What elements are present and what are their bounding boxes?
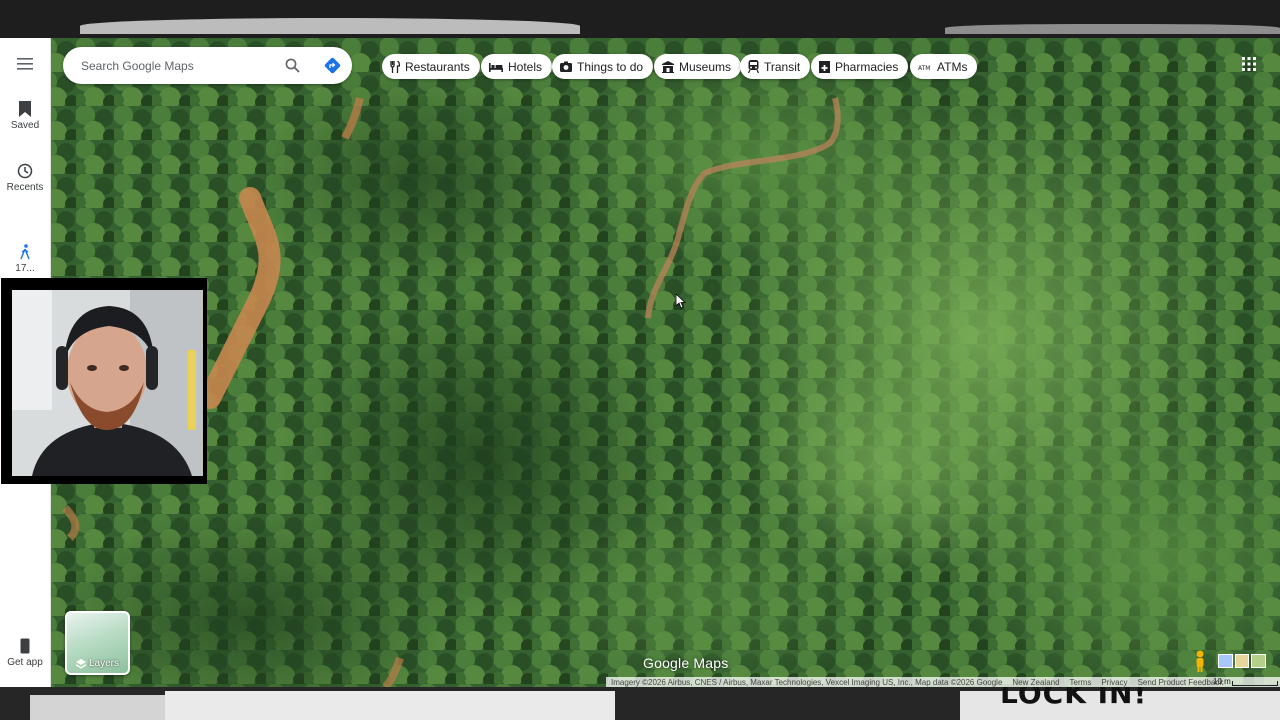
chip-restaurants[interactable]: Restaurants <box>382 54 480 79</box>
camera-icon <box>560 61 572 72</box>
chip-label: Restaurants <box>405 59 470 74</box>
imagery-credit: Imagery ©2026 Airbus, CNES / Airbus, Max… <box>611 677 1003 687</box>
paper-edge-decoration <box>945 24 1280 34</box>
saved-place-button[interactable]: 17... <box>0 244 50 274</box>
pegman-icon[interactable] <box>1189 649 1211 673</box>
video-top-overlay <box>0 0 1280 38</box>
chip-label: Transit <box>764 59 801 74</box>
chip-label: ATMs <box>937 59 968 74</box>
map-thumbnail[interactable] <box>1218 654 1233 668</box>
paper-edge-decoration <box>80 18 580 34</box>
fork-knife-icon <box>390 60 400 73</box>
get-app-button[interactable]: Get app <box>0 638 50 668</box>
feedback-link[interactable]: Send Product Feedback <box>1138 678 1224 687</box>
chip-pharmacies[interactable]: Pharmacies <box>811 54 909 79</box>
scale-label[interactable]: 10 m <box>1213 677 1231 686</box>
search-input[interactable] <box>79 56 273 76</box>
chip-label: Hotels <box>508 59 543 74</box>
history-icon <box>17 163 33 179</box>
lock-in-caption: LOCK IN! <box>1000 687 1148 710</box>
search-icon[interactable] <box>285 58 300 73</box>
layers-icon <box>75 658 86 668</box>
country-label[interactable]: New Zealand <box>1012 678 1059 687</box>
pharmacy-icon <box>819 60 830 73</box>
get-app-label: Get app <box>7 657 43 668</box>
webcam-video <box>12 290 203 476</box>
map-attribution-bar: Imagery ©2026 Airbus, CNES / Airbus, Max… <box>606 677 1280 687</box>
paper-panel <box>165 691 615 720</box>
apps-grid-icon[interactable] <box>1242 57 1256 71</box>
recents-button[interactable]: Recents <box>0 163 50 193</box>
bed-icon <box>489 62 503 72</box>
privacy-link[interactable]: Privacy <box>1101 678 1127 687</box>
museum-icon <box>662 60 674 73</box>
train-icon <box>748 60 759 73</box>
directions-icon[interactable] <box>324 57 341 74</box>
google-maps-logo: Google Maps <box>643 655 729 671</box>
terrain-thumbnail[interactable] <box>1234 654 1250 668</box>
paper-panel <box>30 695 165 720</box>
recents-label: Recents <box>6 182 44 193</box>
chip-label: Pharmacies <box>835 59 899 74</box>
bookmark-icon <box>19 101 31 117</box>
imagery-thumbnails[interactable] <box>1218 654 1267 668</box>
walking-person-icon <box>20 244 30 260</box>
chip-atms[interactable]: ATM ATMs <box>910 54 978 79</box>
svg-text:ATM: ATM <box>918 65 930 71</box>
globe-thumbnail[interactable] <box>1251 654 1267 668</box>
chip-hotels[interactable]: Hotels <box>481 54 553 79</box>
saved-label: Saved <box>10 120 40 131</box>
webcam-overlay <box>1 278 207 484</box>
presenter-video-image <box>12 290 203 476</box>
hamburger-menu-icon <box>17 58 33 70</box>
video-bottom-overlay: LOCK IN! <box>0 687 1280 720</box>
layers-button[interactable]: Layers <box>65 611 130 675</box>
layers-label: Layers <box>88 658 119 669</box>
phone-icon <box>20 638 30 654</box>
atm-icon: ATM <box>918 63 932 71</box>
menu-button[interactable] <box>0 58 50 73</box>
chip-things-to-do[interactable]: Things to do <box>552 54 654 79</box>
search-box[interactable] <box>63 47 352 84</box>
chip-transit[interactable]: Transit <box>740 54 811 79</box>
chip-label: Things to do <box>577 59 644 74</box>
scale-bar <box>1232 681 1278 686</box>
terms-link[interactable]: Terms <box>1070 678 1092 687</box>
chip-label: Museums <box>679 59 732 74</box>
saved-button[interactable]: Saved <box>0 101 50 131</box>
saved-place-label: 17... <box>15 263 35 274</box>
mouse-cursor-icon <box>676 294 686 309</box>
chip-museums[interactable]: Museums <box>654 54 742 79</box>
